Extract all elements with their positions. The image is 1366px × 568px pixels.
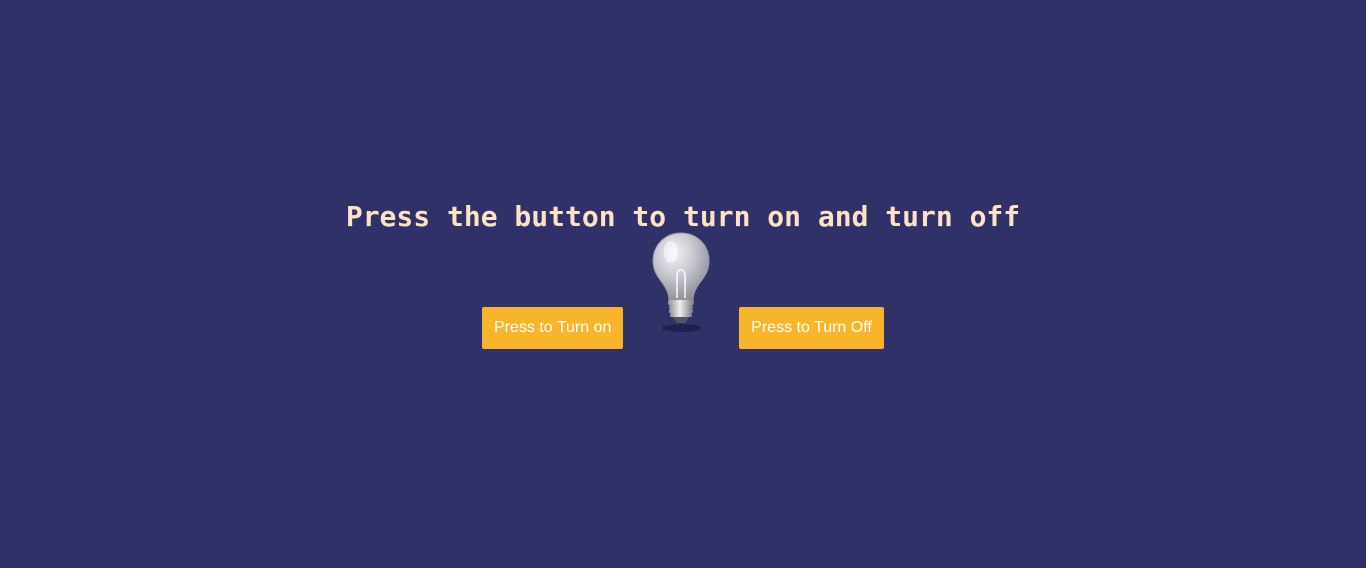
turn-off-button[interactable]: Press to Turn Off xyxy=(739,307,884,349)
lightbulb-icon xyxy=(646,230,716,334)
turn-on-button[interactable]: Press to Turn on xyxy=(482,307,623,349)
